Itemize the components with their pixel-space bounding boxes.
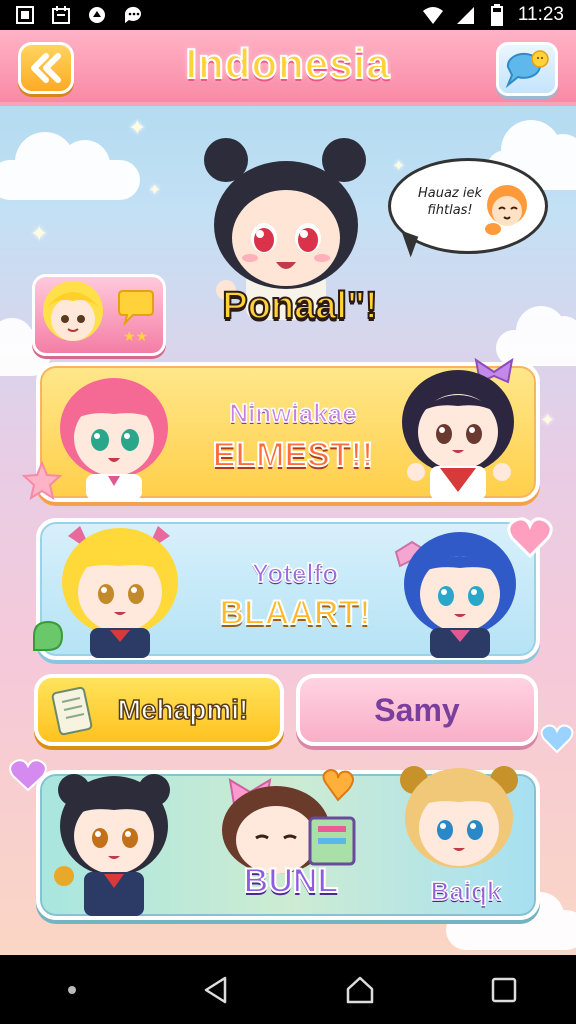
mehapmi-button[interactable]: Mehapmi! [34, 674, 284, 746]
panel-title-bottom: Baiqk [430, 875, 502, 907]
nav-back-button[interactable] [186, 960, 246, 1020]
leaf-icon [33, 620, 64, 651]
character-panel-blue[interactable]: Yotelfo BLAART! [36, 518, 540, 660]
chat-button[interactable] [496, 42, 558, 96]
cloud [0, 132, 140, 200]
star-icon: ★★ [123, 329, 148, 345]
brown-hair-character [222, 768, 356, 874]
system-nav-bar [0, 955, 576, 1024]
sparkle-icon: ✦ [392, 156, 406, 175]
header-bar: Indonesia [0, 30, 576, 106]
recent-apps-icon [491, 977, 517, 1002]
panel-title-bottom: BLAART! [218, 593, 371, 633]
sparkle-icon: ✦ [128, 116, 147, 141]
blonde-boy-character [400, 766, 518, 868]
character-panel-yellow[interactable]: Ninwiakae ELMEST!! [36, 357, 540, 502]
clock: 11:23 [517, 4, 564, 25]
game-screen: ✦ ✦ ✦ ✦ ✦ Indonesia Ponaal"! Hauaz iek f… [0, 30, 576, 955]
app-icon [86, 4, 108, 26]
sparkle-icon: ✦ [148, 180, 162, 199]
pink-hair-character [60, 378, 168, 500]
screenshot-icon [14, 4, 36, 26]
scroll-icon [51, 686, 93, 736]
character-panel-green[interactable]: BUNL Baiqk [36, 766, 540, 920]
wifi-icon [422, 4, 444, 26]
home-icon [346, 976, 374, 1003]
chat-icon [122, 4, 144, 26]
nav-dot[interactable] [42, 960, 102, 1020]
page-title: Indonesia [184, 39, 391, 88]
panel-title-bottom: ELMEST!! [212, 435, 375, 475]
signal-icon [454, 4, 476, 26]
dark-hair-boy-character [54, 774, 170, 916]
dot-icon [68, 985, 76, 994]
heart-icon [540, 724, 574, 754]
panel-title-top: BUNL [243, 861, 339, 901]
back-button[interactable] [18, 42, 74, 94]
speech-bubble: Hauaz iek fihtlas! [388, 158, 548, 254]
samy-button[interactable]: Samy [296, 674, 538, 746]
purple-bow-character [402, 357, 514, 500]
sparkle-icon: ✦ [540, 410, 556, 431]
calendar-icon [50, 4, 72, 26]
back-arrows-icon [31, 53, 61, 83]
blonde-character [62, 526, 178, 658]
panel-title-top: Ninwiakae [229, 397, 358, 429]
nav-home-button[interactable] [330, 960, 390, 1020]
battery-icon [486, 4, 508, 26]
mehapmi-button-label: Mehapmi! [117, 693, 249, 726]
panel-title-top: Yotelfo [251, 557, 339, 589]
orange-character-icon [485, 185, 527, 235]
chat-bubble-icon [505, 50, 549, 89]
status-bar: 11:23 [0, 0, 576, 30]
samy-button-label: Samy [374, 691, 460, 728]
nav-recent-apps-button[interactable] [474, 960, 534, 1020]
star-icon [22, 460, 62, 500]
back-triangle-icon [204, 976, 227, 1003]
sparkle-icon: ✦ [30, 222, 49, 247]
mini-profile-card[interactable]: ★★ [32, 274, 166, 356]
heart-icon [507, 517, 553, 559]
hero-caption: Ponaal"! [221, 284, 378, 328]
